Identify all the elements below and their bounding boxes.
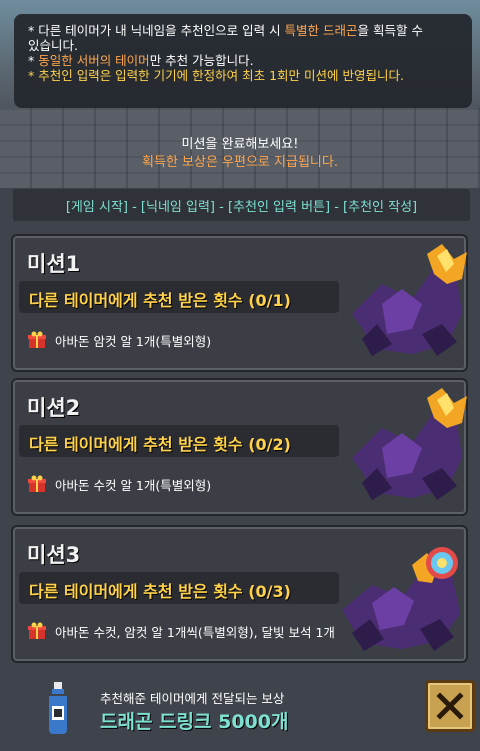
dragon-icon — [352, 388, 467, 500]
notice-panel: * 다른 테이머가 내 닉네임을 추천인으로 입력 시 특별한 드래곤을 획득할… — [14, 14, 472, 108]
mission-desc-box: 다른 테이머에게 추천 받은 횟수 (0/1) — [19, 281, 339, 313]
step-flow-banner: [게임 시작] - [닉네임 입력] - [추천인 입력 버튼] - [추천인 … — [13, 189, 470, 221]
dragon-icon — [352, 244, 467, 356]
highlight-same-server: 동일한 서버의 테이머 — [38, 53, 150, 68]
mission-desc-box: 다른 테이머에게 추천 받은 횟수 (0/3) — [19, 572, 339, 604]
mission-reward: 아바돈 수컷, 암컷 알 1개씩(특별외형), 달빛 보석 1개 — [27, 621, 335, 641]
mission-card-3: 미션3 다른 테이머에게 추천 받은 횟수 (0/3) 아바돈 수컷, 암컷 알… — [11, 525, 468, 663]
intro-line-2: 획득한 보상은 우편으로 지급됩니다. — [142, 155, 338, 170]
mission-desc-box: 다른 테이머에게 추천 받은 횟수 (0/2) — [19, 425, 339, 457]
mission-reward: 아바돈 수컷 알 1개(특별외형) — [27, 474, 211, 494]
highlight-special-dragon: 특별한 드래곤 — [284, 23, 358, 38]
bottom-reward-text: 드래곤 드링크 5000개 — [100, 711, 289, 733]
mission-card-2: 미션2 다른 테이머에게 추천 받은 횟수 (0/2) 아바돈 수컷 알 1개(… — [11, 378, 468, 516]
notice-line-4: * 추천인 입력은 입력한 기기에 한정하여 최초 1회만 미션에 반영됩니다. — [28, 68, 404, 83]
notice-line-3: * 동일한 서버의 테이머만 추천 가능합니다. — [28, 53, 254, 68]
gift-box-icon — [28, 331, 46, 348]
gift-box-icon — [28, 475, 46, 492]
notice-line-1: * 다른 테이머가 내 닉네임을 추천인으로 입력 시 특별한 드래곤을 획득할… — [28, 23, 423, 38]
bottom-subtitle: 추천해준 테이머에게 전달되는 보상 — [100, 691, 285, 706]
mission-title: 미션1 — [27, 252, 81, 276]
gift-box-icon — [28, 622, 46, 639]
close-button[interactable] — [425, 680, 475, 732]
mission-reward: 아바돈 암컷 알 1개(특별외형) — [27, 330, 211, 350]
dragon-pair-icon — [342, 547, 460, 651]
mission-title: 미션3 — [27, 543, 81, 567]
mission-title: 미션2 — [27, 396, 81, 420]
intro-line-1: 미션을 완료해보세요! — [181, 137, 299, 152]
notice-line-2: 있습니다. — [28, 38, 78, 53]
close-x-icon — [436, 692, 464, 720]
mission-card-1: 미션1 다른 테이머에게 추천 받은 횟수 (0/1) 아바돈 암컷 알 1개(… — [11, 234, 468, 372]
dragon-drink-potion-icon — [49, 682, 67, 734]
